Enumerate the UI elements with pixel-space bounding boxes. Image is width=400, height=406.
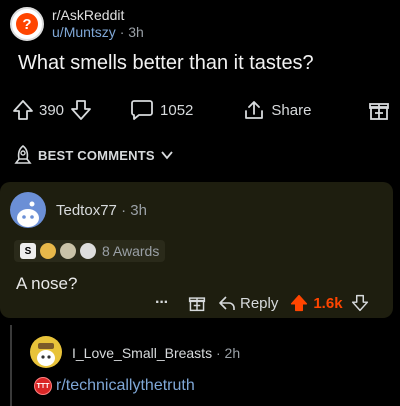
reply-age: 2h: [224, 345, 241, 361]
award-button[interactable]: [368, 99, 390, 121]
post-author-line: u/Muntszy · 3h: [52, 24, 144, 41]
post-action-bar: 390 1052 Share: [12, 96, 392, 124]
thread-line[interactable]: [10, 325, 12, 406]
comment-card: Tedtox77 · 3h S 8 Awards A nose? ··· Rep…: [0, 182, 393, 318]
commenter-avatar[interactable]: [10, 192, 46, 228]
reply-author[interactable]: I_Love_Small_Breasts: [72, 345, 212, 361]
question-icon: ?: [16, 13, 38, 35]
subreddit-link[interactable]: r/technicallythetruth: [56, 377, 195, 395]
downvote-icon[interactable]: [351, 294, 369, 312]
meta-separator: ·: [215, 345, 221, 361]
comments-button[interactable]: 1052: [130, 99, 193, 121]
downvote-icon: [71, 100, 91, 120]
post-header: ? r/AskReddit u/Muntszy · 3h: [10, 4, 144, 44]
more-options-button[interactable]: ···: [155, 294, 169, 312]
reply-button[interactable]: Reply: [218, 294, 278, 312]
reply-author-line: I_Love_Small_Breasts · 2h: [72, 345, 240, 361]
comment-icon: [131, 100, 153, 120]
comment-author-line: Tedtox77 · 3h: [56, 202, 147, 219]
comment-age: 3h: [130, 202, 147, 219]
reply-icon: [219, 296, 235, 310]
comment-awards[interactable]: S 8 Awards: [14, 240, 166, 262]
subreddit-flair-icon: TTT: [34, 377, 52, 395]
comment-author[interactable]: Tedtox77: [56, 202, 117, 219]
snoo-avatar-icon: [37, 343, 55, 366]
subreddit-avatar[interactable]: ?: [10, 7, 44, 41]
comment-body: A nose?: [16, 274, 78, 293]
chevron-down-icon: [161, 151, 173, 160]
gold-award-icon: [40, 243, 56, 259]
share-icon: [245, 101, 264, 119]
rocket-icon: [14, 144, 32, 164]
upvote-button[interactable]: [12, 99, 34, 121]
reply-author-avatar[interactable]: [30, 336, 62, 368]
awards-count: 8 Awards: [102, 243, 160, 259]
sort-label: BEST COMMENTS: [38, 147, 155, 163]
post-title[interactable]: What smells better than it tastes?: [18, 52, 314, 75]
party-award-icon: [60, 243, 76, 259]
downvote-button[interactable]: [70, 99, 92, 121]
subreddit-name[interactable]: r/AskReddit: [52, 7, 144, 24]
reply-body: TTT r/technicallythetruth: [34, 377, 195, 395]
comment-actions: ··· Reply 1.6k: [155, 292, 387, 314]
award-icon[interactable]: [188, 294, 206, 312]
upvote-icon[interactable]: [290, 294, 308, 312]
wholesome-award-icon: [80, 243, 96, 259]
post-author-name: Muntszy: [63, 24, 116, 40]
award-icon: [369, 103, 389, 120]
share-button[interactable]: Share: [243, 99, 311, 121]
comment-score: 1.6k: [313, 294, 343, 312]
comments-count: 1052: [160, 101, 194, 119]
upvote-icon: [13, 100, 33, 120]
post-age: 3h: [128, 24, 144, 40]
post-author[interactable]: u/Muntszy: [52, 24, 116, 40]
comment-sort[interactable]: BEST COMMENTS: [12, 144, 174, 166]
meta-separator: ·: [119, 24, 125, 40]
post-meta: r/AskReddit u/Muntszy · 3h: [52, 7, 144, 41]
user-prefix: u/: [52, 24, 64, 40]
post-score: 390: [39, 101, 65, 119]
snoo-avatar-icon: [17, 201, 39, 227]
silver-award-icon: S: [20, 243, 36, 259]
meta-separator: ·: [121, 202, 127, 219]
reply-label: Reply: [239, 294, 279, 312]
share-label: Share: [271, 101, 312, 119]
